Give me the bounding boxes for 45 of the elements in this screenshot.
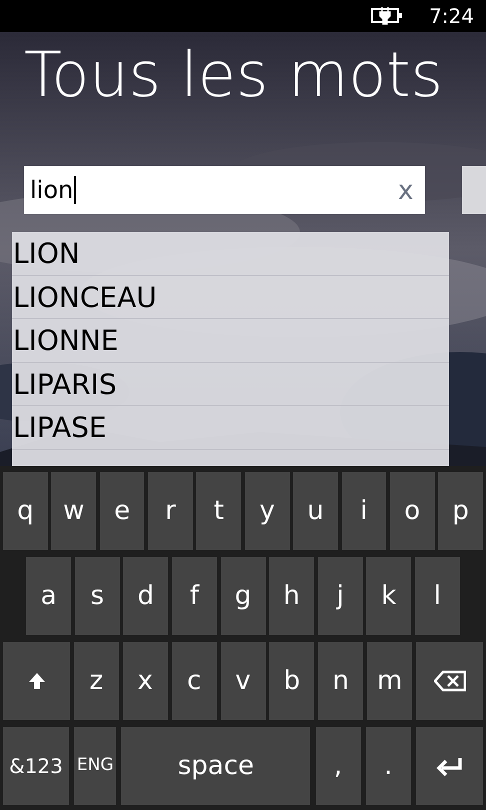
key[interactable]: . (366, 727, 411, 805)
key[interactable]: x (122, 642, 168, 720)
space-key[interactable]: space (121, 727, 310, 805)
suggestion-item[interactable]: LIONNE (12, 319, 449, 362)
key[interactable]: p (438, 472, 483, 550)
key[interactable]: q (3, 472, 48, 550)
key[interactable]: i (342, 472, 386, 550)
key[interactable]: a (26, 557, 72, 635)
key[interactable]: v (220, 642, 266, 720)
key[interactable]: , (316, 727, 361, 805)
enter-key[interactable] (416, 727, 483, 805)
suggestion-item[interactable]: LIONCEAU (12, 276, 449, 319)
suggestion-item[interactable]: LIPASE (12, 406, 449, 450)
page-title: Tous les mots (24, 44, 443, 106)
key[interactable]: c (172, 642, 217, 720)
key[interactable]: l (414, 557, 460, 635)
suggestion-item[interactable]: LIPARIS (12, 362, 449, 406)
key[interactable]: m (367, 642, 412, 720)
key[interactable]: f (172, 557, 217, 635)
key[interactable]: g (220, 557, 266, 635)
suggestion-item[interactable]: LION (12, 232, 449, 276)
language-key[interactable]: ENG (74, 727, 116, 805)
clock-time: 7:24 (429, 3, 474, 30)
key[interactable]: b (269, 642, 314, 720)
arrow-up-icon (26, 671, 46, 691)
symbols-key[interactable]: &123 (3, 727, 69, 805)
key[interactable]: r (148, 472, 193, 550)
shift-key[interactable] (3, 642, 70, 720)
backspace-key[interactable] (416, 642, 483, 720)
key[interactable]: y (244, 472, 290, 550)
key[interactable]: h (269, 557, 314, 635)
enter-icon (436, 756, 463, 776)
key[interactable]: e (100, 472, 144, 550)
key[interactable]: o (390, 472, 435, 550)
key[interactable]: n (318, 642, 364, 720)
key[interactable]: j (318, 557, 363, 635)
key[interactable]: w (51, 472, 96, 550)
key[interactable]: d (123, 557, 168, 635)
backspace-icon (434, 670, 466, 692)
clear-button[interactable]: x (398, 172, 414, 211)
key[interactable]: s (74, 557, 120, 635)
key[interactable]: z (74, 642, 119, 720)
key[interactable]: t (196, 472, 242, 550)
key[interactable]: k (366, 557, 412, 635)
key[interactable]: u (293, 472, 338, 550)
